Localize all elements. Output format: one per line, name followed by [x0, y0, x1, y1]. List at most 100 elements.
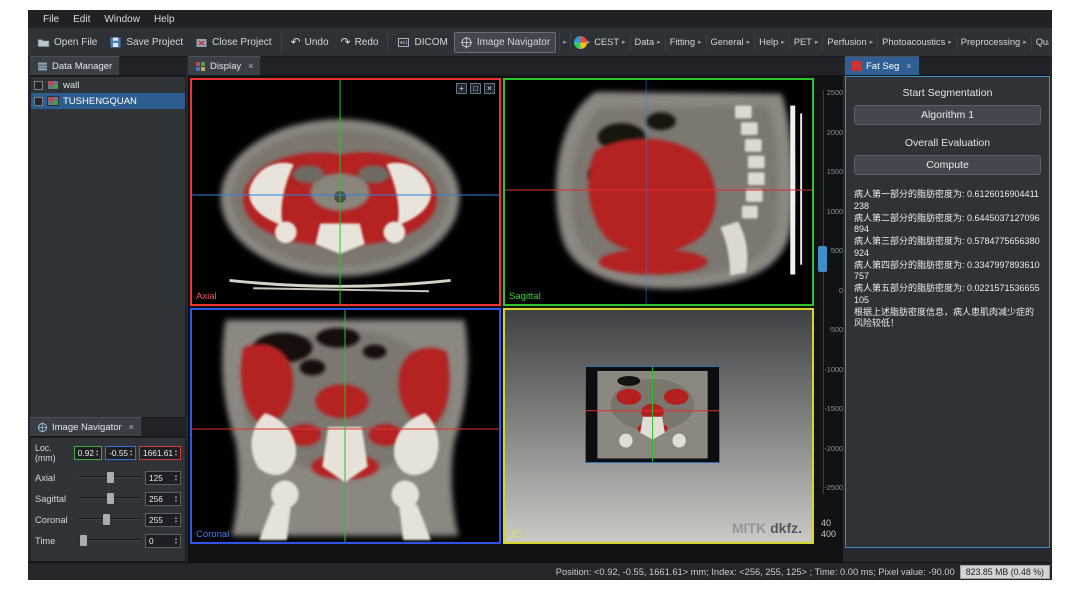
dicom-button[interactable]: DICOM [391, 32, 453, 53]
viewport-axial[interactable]: + □ × Axial [190, 78, 501, 306]
axial-value: 125 [149, 473, 163, 483]
tree-row-wall[interactable]: wall [31, 77, 185, 93]
layout-select-icon[interactable]: □ [470, 83, 481, 94]
time-slider[interactable] [79, 534, 141, 547]
spinner-arrows-icon[interactable]: ▲▼ [173, 449, 179, 456]
toolbar-menu-button[interactable]: Photoacoustics ▸ [878, 34, 957, 50]
viewport-3d[interactable]: MITK dkfz. 3D [503, 308, 814, 544]
tab-data-manager[interactable]: Data Manager [30, 56, 120, 75]
location-z-spinbox[interactable]: 1661.61 ▲▼ [139, 446, 181, 460]
location-x-spinbox[interactable]: 0.92 ▲▼ [74, 446, 102, 460]
level-window-groove[interactable] [821, 90, 824, 494]
3d-gradient-background: MITK dkfz. [505, 310, 812, 542]
toolbar-menu-label: Preprocessing [961, 37, 1020, 47]
viewport-sagittal[interactable]: Sagittal [503, 78, 814, 306]
slider-handle[interactable] [107, 472, 114, 483]
level-window-handle[interactable] [818, 246, 827, 272]
menubar-item[interactable]: Help [147, 14, 182, 25]
toolbar-menu-button[interactable]: Fitting ▸ [666, 34, 707, 50]
fullscreen-icon[interactable]: × [484, 83, 495, 94]
toolbar-separator [559, 33, 560, 51]
spinner-arrows-icon[interactable]: ▲▼ [128, 449, 134, 456]
fat-density-results: 病人第一部分的脂肪密度为: 0.6126016904411238 病人第二部分的… [854, 185, 1041, 330]
image-navigator-button[interactable]: Image Navigator [454, 32, 556, 53]
viewport-label-sagittal: Sagittal [509, 291, 541, 302]
slider-handle[interactable] [80, 535, 87, 546]
toolbar-menu-button[interactable]: Perfusion ▸ [823, 34, 878, 50]
image-navigator-label: Image Navigator [477, 37, 550, 48]
toolbar-menu-button[interactable]: PET ▸ [790, 34, 824, 50]
viewport-label-coronal: Coronal [196, 529, 229, 540]
close-project-button[interactable]: Close Project [189, 32, 277, 53]
viewport-coronal[interactable]: Coronal [190, 308, 501, 544]
axial-spinbox[interactable]: 125 ▲▼ [145, 471, 181, 485]
axial-slider-row: Axial 125 ▲▼ [33, 467, 183, 488]
close-tab-icon[interactable]: × [248, 61, 253, 71]
fat-density-result-line: 病人第五部分的脂肪密度为: 0.0221571536655105 [854, 283, 1041, 306]
tab-fat-seg[interactable]: Fat Seg × [845, 56, 920, 75]
tab-display[interactable]: Display × [188, 56, 261, 75]
toolbar-overflow-arrow-icon[interactable]: ▸ [563, 39, 567, 46]
slider-handle[interactable] [103, 514, 110, 525]
location-y-spinbox[interactable]: -0.55 ▲▼ [105, 446, 136, 460]
spinner-arrows-icon[interactable]: ▲▼ [173, 474, 179, 481]
spinner-arrows-icon[interactable]: ▲▼ [173, 495, 179, 502]
fat-seg-view: Start Segmentation Algorithm 1 Overall E… [845, 76, 1050, 548]
fat-density-result-line: 根据上述脂肪密度信息，病人患肌肉减少症的风险较低！ [854, 307, 1041, 330]
fat-seg-icon [852, 61, 862, 71]
toolbar-menu-label: Quantification [1036, 37, 1049, 47]
colorwheel-icon[interactable] [574, 36, 587, 49]
toolbar-menu-button[interactable]: Help ▸ [755, 34, 790, 50]
coronal-slider[interactable] [79, 513, 141, 526]
dropdown-arrow-icon: ▸ [747, 39, 751, 46]
dropdown-arrow-icon: ▸ [815, 39, 819, 46]
toolbar-menu-button[interactable]: Quantification ▸ [1032, 34, 1049, 50]
compute-button[interactable]: Compute [854, 155, 1041, 175]
level-tick-label: 0 [839, 286, 843, 295]
undo-button[interactable]: ↶ Undo [285, 32, 335, 52]
coronal-spinbox[interactable]: 255 ▲▼ [145, 513, 181, 527]
level-tick-label: -2000 [824, 444, 843, 453]
axial-slider[interactable] [79, 471, 141, 484]
toolbar-menu-button[interactable]: CEST ▸ [590, 34, 630, 50]
menubar-item[interactable]: Window [97, 14, 147, 25]
crosshair-toggle-icon[interactable]: + [456, 83, 467, 94]
spinner-arrows-icon[interactable]: ▲▼ [173, 516, 179, 523]
close-project-label: Close Project [212, 37, 271, 48]
level-tick-label: -500 [828, 325, 843, 334]
sagittal-slider[interactable] [79, 492, 141, 505]
visibility-checkbox[interactable] [34, 97, 43, 106]
data-manager-tabbar: Data Manager [30, 57, 186, 76]
menubar-item[interactable]: Edit [66, 14, 97, 25]
cursor-position-status: Position: <0.92, -0.55, 1661.61> mm; Ind… [556, 567, 955, 577]
tab-image-navigator[interactable]: Image Navigator × [30, 417, 142, 436]
toolbar-menu-button[interactable]: Data ▸ [631, 34, 666, 50]
fat-density-result-line: 病人第二部分的脂肪密度为: 0.6445037127096894 [854, 213, 1041, 236]
sagittal-spinbox[interactable]: 256 ▲▼ [145, 492, 181, 506]
level-tick-label: 1500 [827, 167, 843, 176]
save-project-button[interactable]: Save Project [103, 32, 189, 53]
slider-handle[interactable] [107, 493, 114, 504]
location-label: Loc. (mm) [35, 443, 71, 463]
close-tab-icon[interactable]: × [906, 61, 911, 71]
image-navigator-tabbar: Image Navigator × [30, 418, 186, 437]
dropdown-arrow-icon: ▸ [698, 39, 702, 46]
menu-bar: File Edit Window Help [28, 10, 1052, 28]
visibility-checkbox[interactable] [34, 81, 43, 90]
menubar-item[interactable]: File [36, 14, 66, 25]
spinner-arrows-icon[interactable]: ▲▼ [94, 449, 100, 456]
close-tab-icon[interactable]: × [129, 422, 134, 432]
status-bar: Position: <0.92, -0.55, 1661.61> mm; Ind… [28, 562, 1052, 580]
3d-slice-thumbnail[interactable] [585, 366, 720, 463]
spinner-arrows-icon[interactable]: ▲▼ [173, 537, 179, 544]
redo-button[interactable]: ↷ Redo [335, 32, 385, 52]
toolbar-menu-button[interactable]: General ▸ [707, 34, 756, 50]
toolbar-menu-button[interactable]: Preprocessing ▸ [957, 34, 1032, 50]
tree-row-tushengquan[interactable]: TUSHENGQUAN [31, 93, 185, 109]
open-file-button[interactable]: Open File [31, 32, 103, 53]
dropdown-arrow-icon: ▸ [781, 39, 785, 46]
time-spinbox[interactable]: 0 ▲▼ [145, 534, 181, 548]
toolbar-menu-label: PET [794, 37, 812, 47]
algorithm-1-button[interactable]: Algorithm 1 [854, 105, 1041, 125]
viewport-label-3d: 3D [509, 529, 521, 540]
